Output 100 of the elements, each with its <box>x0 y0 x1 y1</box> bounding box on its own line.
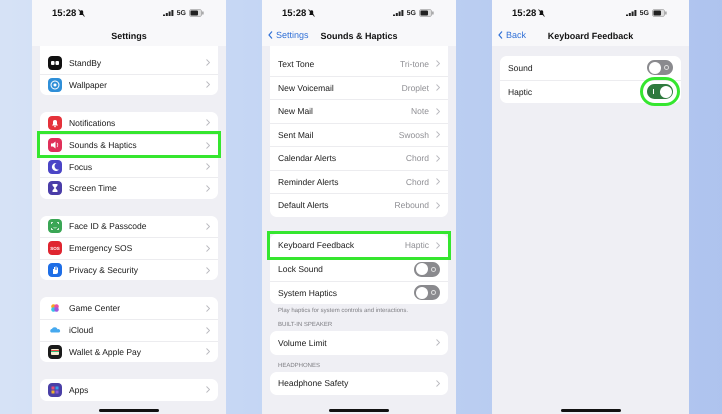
settings-row[interactable]: Privacy & Security <box>40 258 218 280</box>
toggle-switch[interactable] <box>647 84 673 100</box>
back-chevron-icon <box>498 31 503 39</box>
screen-title: Settings <box>111 31 147 41</box>
row-label: iCloud <box>69 325 94 336</box>
chevron-icon <box>436 202 440 209</box>
row-label: Haptic <box>508 86 534 97</box>
row-label: Apps <box>69 384 90 395</box>
row-label: Game Center <box>69 303 122 314</box>
toggle-switch[interactable] <box>414 262 440 277</box>
chevron-icon <box>436 60 440 68</box>
chevron-icon <box>206 184 210 192</box>
chevron-icon <box>206 163 210 170</box>
chevron-icon <box>436 84 440 92</box>
toggle-switch[interactable] <box>414 285 440 300</box>
row-label: Wallet & Apple Pay <box>69 346 142 357</box>
settings-row[interactable]: Sounds & Haptics <box>40 134 218 156</box>
bell-slash-icon <box>78 9 86 17</box>
row-label: Volume Limit <box>278 338 328 348</box>
settings-row[interactable]: Headphone Safety <box>270 372 448 395</box>
settings-row[interactable]: Game Center <box>40 297 218 319</box>
row-label: Text Tone <box>278 58 316 69</box>
row-label: Privacy & Security <box>69 265 139 276</box>
back-chevron-icon <box>268 31 273 39</box>
row-label: Screen Time <box>69 183 118 194</box>
row-value: Note <box>411 106 429 116</box>
row-label: Sound <box>508 62 534 73</box>
battery-icon <box>189 9 204 17</box>
row-label: Reminder Alerts <box>278 176 340 187</box>
battery-icon <box>419 9 434 17</box>
chevron-icon <box>206 348 210 356</box>
row-label: Face ID & Passcode <box>69 221 148 232</box>
status-time: 15:28 <box>52 8 86 18</box>
toggle-switch[interactable] <box>647 60 673 76</box>
settings-row[interactable]: Reminder Alerts Chord <box>270 170 448 193</box>
settings-row[interactable]: Apps <box>40 379 218 401</box>
settings-row[interactable]: Volume Limit <box>270 331 448 354</box>
settings-row[interactable]: iCloud <box>40 318 218 341</box>
row-label: StandBy <box>69 58 102 68</box>
settings-row[interactable]: Sent Mail Swoosh <box>270 122 448 146</box>
settings-row[interactable]: Sound <box>500 56 681 80</box>
chevron-icon <box>206 81 210 88</box>
settings-row[interactable]: Default Alerts Rebound <box>270 193 448 216</box>
row-label: Default Alerts <box>278 200 330 210</box>
row-value: Chord <box>406 153 429 164</box>
settings-row[interactable]: Calendar Alerts Chord <box>270 146 448 170</box>
settings-row[interactable]: Haptic <box>500 80 681 103</box>
row-value: Rebound <box>394 200 429 210</box>
chevron-icon <box>206 304 210 312</box>
settings-row[interactable]: Lock Sound <box>270 257 448 280</box>
battery-icon <box>652 9 667 17</box>
bell-slash-icon <box>308 9 316 17</box>
home-indicator <box>329 409 389 412</box>
status-time: 15:28 <box>512 8 546 18</box>
chevron-icon <box>206 266 210 274</box>
settings-row[interactable]: Face ID & Passcode <box>40 216 218 238</box>
home-indicator <box>560 409 620 412</box>
chevron-icon <box>436 131 440 138</box>
settings-row[interactable]: Wallpaper <box>40 74 218 96</box>
chevron-icon <box>206 59 210 66</box>
row-label: Sounds & Haptics <box>69 140 138 150</box>
settings-row[interactable]: Screen Time <box>40 176 218 199</box>
row-label: Headphone Safety <box>278 378 350 388</box>
row-value: Haptic <box>404 240 429 250</box>
status-time: 15:28 <box>282 8 316 18</box>
settings-row[interactable]: Notifications <box>40 112 218 134</box>
row-value: Droplet <box>402 82 429 93</box>
row-label: System Haptics <box>278 288 338 298</box>
row-label: Wallpaper <box>69 80 108 90</box>
settings-row[interactable]: Focus <box>40 155 218 177</box>
chevron-icon <box>436 242 440 249</box>
chevron-icon <box>436 154 440 162</box>
chevron-icon <box>206 142 210 149</box>
home-indicator <box>99 409 159 412</box>
settings-row[interactable]: System Haptics <box>270 280 448 304</box>
row-label: Lock Sound <box>278 264 324 274</box>
row-label: Keyboard Feedback <box>278 240 356 250</box>
back-link[interactable]: Back <box>498 30 526 40</box>
chevron-icon <box>206 326 210 334</box>
chevron-icon <box>206 222 210 230</box>
row-value: Tri-tone <box>400 58 429 69</box>
settings-row[interactable]: Keyboard Feedback Haptic <box>270 234 448 257</box>
row-label: New Mail <box>278 106 314 116</box>
screen-title: Sounds & Haptics <box>320 31 398 41</box>
row-label: Emergency SOS <box>69 243 134 254</box>
settings-row[interactable]: Wallet & Apple Pay <box>40 340 218 362</box>
row-label: Notifications <box>69 118 116 128</box>
settings-row[interactable]: New Mail Note <box>270 99 448 122</box>
signal-icon <box>162 10 174 16</box>
settings-row[interactable]: Text Tone Tri-tone <box>270 52 448 76</box>
chevron-icon <box>206 119 210 126</box>
row-label: Calendar Alerts <box>278 153 338 164</box>
row-value: Chord <box>406 176 429 187</box>
row-value: Swoosh <box>398 130 429 140</box>
settings-row[interactable]: StandBy <box>40 52 218 74</box>
signal-icon <box>392 10 404 16</box>
back-link[interactable]: Settings <box>268 30 309 40</box>
settings-row[interactable]: New Voicemail Droplet <box>270 76 448 99</box>
chevron-icon <box>436 339 440 346</box>
chevron-icon <box>206 244 210 252</box>
